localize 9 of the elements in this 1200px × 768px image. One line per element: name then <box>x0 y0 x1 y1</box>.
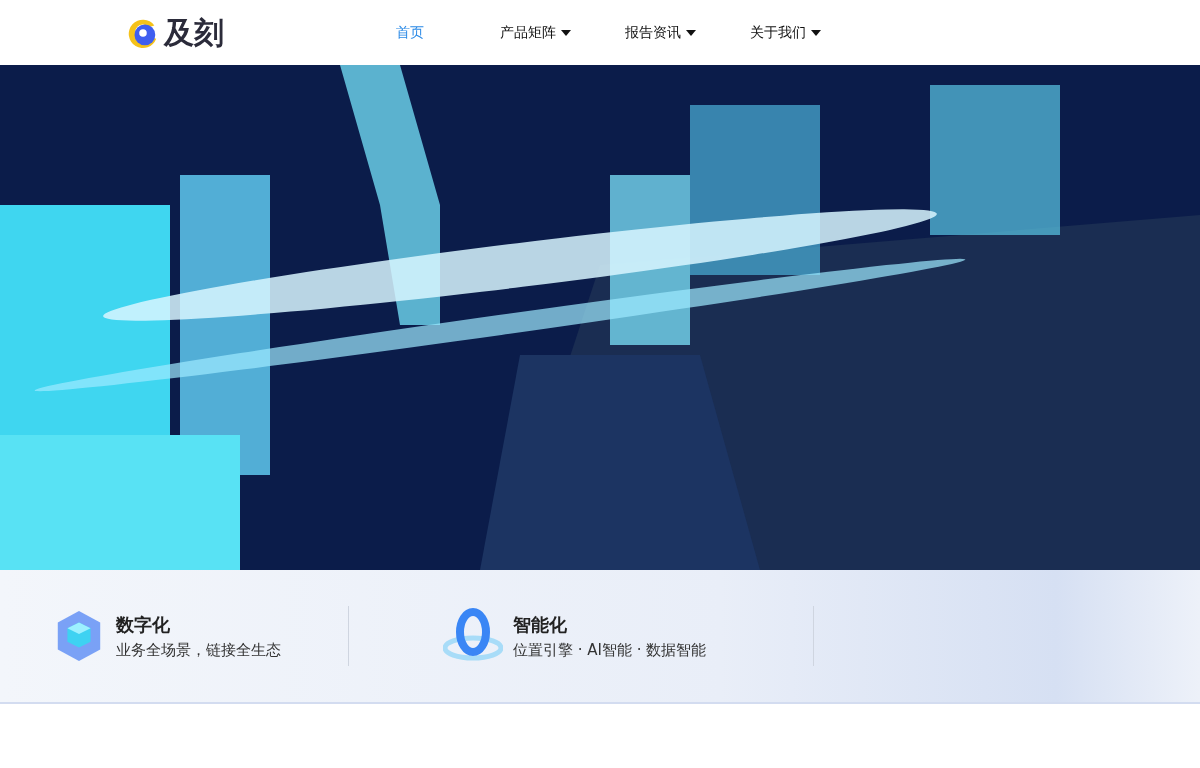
feature-subtitle: 位置引擎 · AI智能 · 数据智能 <box>513 640 707 660</box>
nav-link[interactable]: 产品矩阵 <box>500 23 625 42</box>
feature-title: 智能化 <box>513 612 568 637</box>
nav-link[interactable]: 报告资讯 <box>625 23 750 42</box>
feature-subtitle: 业务全场景，链接全生态 <box>116 640 281 660</box>
feature-title: 数字化 <box>116 612 171 637</box>
logo-text[interactable]: 及刻 <box>162 14 226 51</box>
nav-link[interactable]: 关于我们 <box>750 23 875 42</box>
nav-link[interactable]: 首页 <box>396 23 500 42</box>
